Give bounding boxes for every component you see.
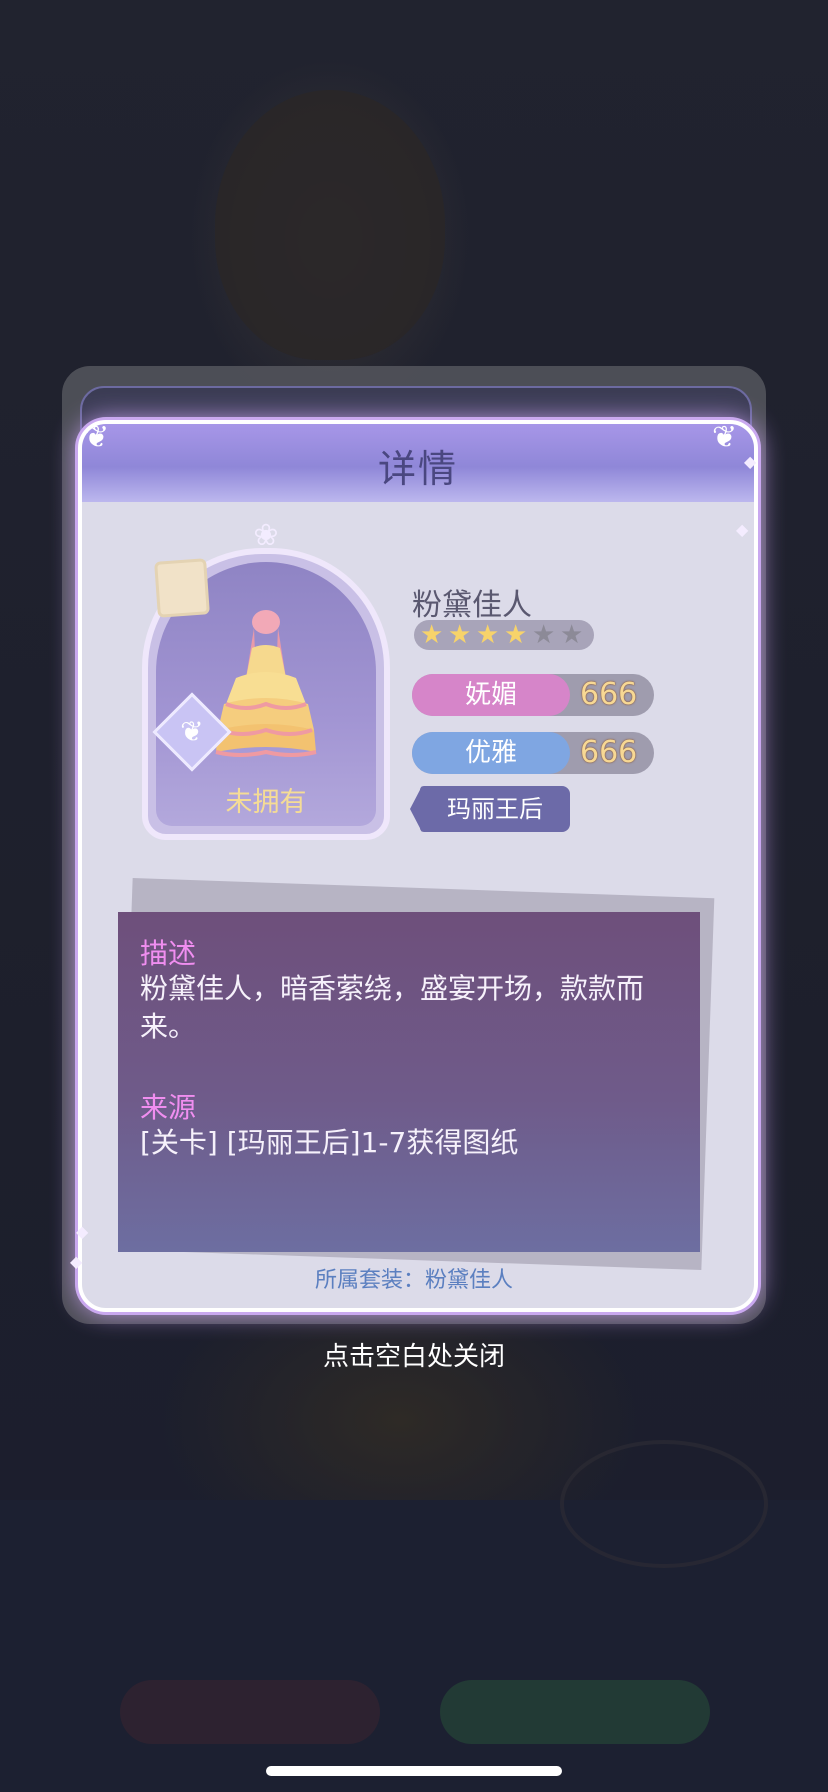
home-indicator[interactable] <box>266 1766 562 1776</box>
star-empty-icon: ★ <box>532 620 556 650</box>
sparkle-icon: ◆ <box>76 1222 89 1241</box>
star-filled-icon: ★ <box>448 620 472 650</box>
sparkle-icon: ◆ <box>744 452 757 471</box>
background-right-button <box>440 1680 710 1744</box>
description-heading: 描述 <box>140 937 197 970</box>
description-box <box>118 912 700 1252</box>
star-filled-icon: ★ <box>504 620 528 650</box>
chapter-tag: 玛丽王后 <box>420 786 570 832</box>
source-heading: 来源 <box>140 1091 197 1124</box>
close-hint[interactable]: 点击空白处关闭 <box>0 1336 828 1373</box>
sparkle-icon: ◆ <box>736 520 749 539</box>
background-character <box>215 90 445 360</box>
item-name: 粉黛佳人 <box>412 588 532 623</box>
star-filled-icon: ★ <box>476 620 500 650</box>
star-filled-icon: ★ <box>420 620 444 650</box>
star-empty-icon: ★ <box>560 620 584 650</box>
set-label: 所属套装：粉黛佳人 <box>314 1268 513 1293</box>
crown-ornament-icon: ❀ <box>253 518 279 553</box>
stat-value-elegance: 666 <box>580 735 638 770</box>
stat-label-elegance: 优雅 <box>412 732 570 774</box>
background-left-button <box>120 1680 380 1744</box>
source-text: [关卡] [玛丽王后]1-7获得图纸 <box>140 1126 519 1159</box>
dress-type-icon: ❦ <box>180 715 204 748</box>
background-stamp <box>560 1440 768 1568</box>
corner-ornament-icon: ❦ <box>712 420 738 455</box>
corner-ornament-icon: ❦ <box>84 420 110 455</box>
stat-label-charm: 妩媚 <box>412 674 570 716</box>
description-text: 粉黛佳人，暗香萦绕，盛宴开场，款款而来。 <box>140 972 645 1043</box>
dialog-title: 详情 <box>377 447 458 491</box>
stat-value-charm: 666 <box>580 677 638 712</box>
ownership-status: 未拥有 <box>225 787 307 818</box>
item-thumbnail-icon <box>154 558 210 618</box>
